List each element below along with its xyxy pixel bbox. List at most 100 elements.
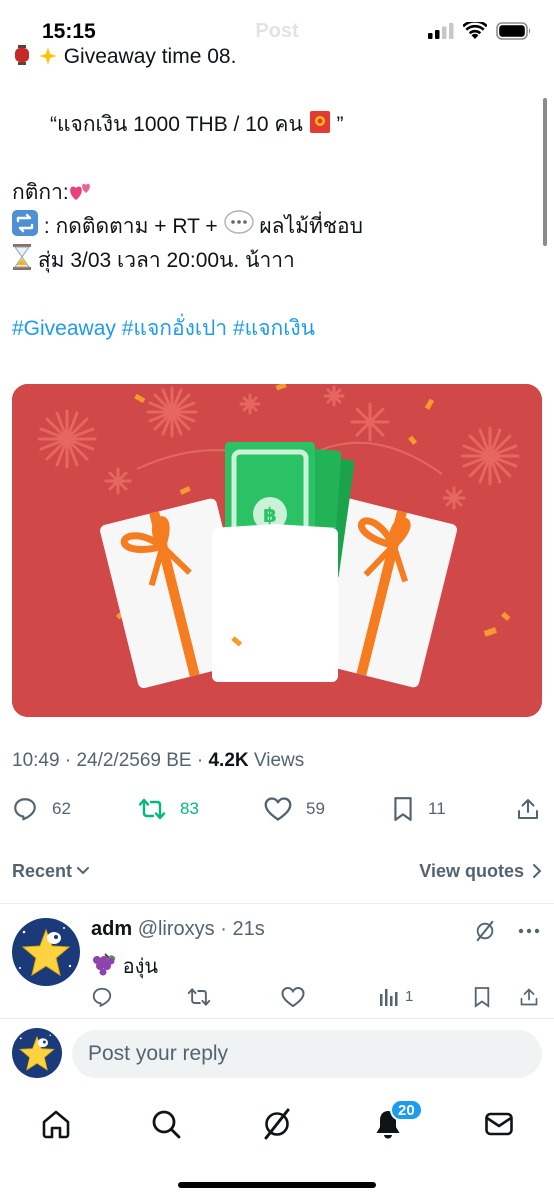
- divider: [0, 903, 554, 904]
- tweet-views-label: Views: [253, 750, 305, 771]
- reply-author-name[interactable]: adm: [91, 918, 132, 940]
- tweet-rule-fruit-text: ผลไม้ที่ชอบ: [259, 215, 363, 238]
- notifications-badge: 20: [390, 1099, 423, 1121]
- share-icon: [518, 799, 538, 819]
- share-icon: [520, 988, 538, 1006]
- cellular-signal-icon: [428, 23, 454, 39]
- tweet-rules-line: กติกา:: [12, 176, 532, 210]
- reply-avatar[interactable]: [12, 918, 80, 986]
- star-avatar-image: [12, 918, 80, 986]
- status-time: 15:15: [42, 20, 96, 43]
- home-icon: [42, 1110, 70, 1139]
- recent-sort-label: Recent: [12, 860, 73, 881]
- bottom-nav: [0, 1096, 554, 1152]
- speech-bubble-emoji-icon: [223, 210, 254, 247]
- grok-icon: [264, 1108, 290, 1140]
- repost-icon: [138, 798, 166, 820]
- search-icon: [152, 1110, 181, 1139]
- reply-reply-button[interactable]: [91, 986, 113, 1008]
- replies-sort-row: Recent View quotes: [12, 856, 542, 886]
- view-quotes-label: View quotes: [419, 860, 524, 881]
- reply-like-button[interactable]: [281, 986, 305, 1008]
- reply-top-icons: [474, 920, 540, 942]
- reply-views-button[interactable]: 1: [379, 986, 413, 1006]
- svg-text:฿: ฿: [263, 503, 277, 527]
- red-envelope-emoji-icon: [309, 110, 331, 145]
- tweet-rule-draw-text: สุ่ม 3/03 เวลา 20:00น. น้าาา: [37, 249, 295, 272]
- tweet-date: 24/2/2569 BE: [76, 750, 192, 771]
- reply-icon: [14, 798, 36, 821]
- mail-icon: [485, 1112, 513, 1136]
- like-count: 59: [306, 799, 325, 818]
- lantern-emoji-icon: [12, 44, 32, 74]
- reply-time: 21s: [232, 918, 265, 940]
- tweet-line-cut-text: Giveaway time 08.: [63, 45, 237, 68]
- heart-icon: [281, 986, 305, 1008]
- hourglass-emoji-icon: [12, 244, 32, 281]
- battery-icon: [496, 22, 531, 40]
- reply-text-line: องุ่น: [91, 950, 158, 982]
- like-button[interactable]: 59: [264, 796, 325, 822]
- grapes-emoji-icon: [91, 952, 117, 982]
- reply-bookmark-button[interactable]: [473, 986, 491, 1008]
- reply-author-handle[interactable]: @liroxys: [138, 918, 215, 940]
- heart-icon: [264, 797, 292, 821]
- giveaway-illustration: ฿: [12, 384, 542, 717]
- reply-compose-input[interactable]: [72, 1030, 542, 1078]
- two-hearts-emoji-icon: [69, 179, 93, 213]
- repost-count: 83: [180, 799, 199, 818]
- repost-button[interactable]: 83: [138, 796, 199, 822]
- nav-messages[interactable]: [479, 1104, 519, 1144]
- tweet-media-image[interactable]: ฿: [12, 384, 542, 717]
- reply-action-bar: 1: [91, 986, 541, 1012]
- bookmark-icon: [394, 797, 412, 821]
- wifi-icon: [463, 22, 487, 39]
- star-avatar-image: [12, 1028, 62, 1078]
- scrollbar[interactable]: [543, 98, 547, 246]
- repost-icon: [187, 988, 211, 1006]
- bookmark-button[interactable]: 11: [392, 796, 446, 822]
- compose-avatar[interactable]: [12, 1028, 62, 1078]
- tweet-rule-draw-line: สุ่ม 3/03 เวลา 20:00น. น้าาา: [12, 244, 532, 278]
- tweet-rule-follow-text: : กดติดตาม + RT +: [43, 215, 218, 238]
- grok-icon[interactable]: [474, 920, 496, 942]
- tweet-quote-line: “แจกเงิน 1000 THB / 10 คน ”: [12, 108, 532, 142]
- tweet-quote-text: “แจกเงิน 1000 THB / 10 คน: [50, 113, 303, 136]
- sparkles-icon: [38, 44, 58, 74]
- reply-text: องุ่น: [122, 956, 159, 978]
- reply-button[interactable]: 62: [12, 796, 71, 822]
- tweet-rule-follow-line: : กดติดตาม + RT + ผลไม้ที่ชอบ: [12, 210, 532, 244]
- tweet-quote-close: ”: [336, 113, 344, 136]
- hashtag-link[interactable]: #แจกเงิน: [233, 317, 315, 340]
- tweet-hashtags: #Giveaway #แจกอั่งเปา #แจกเงิน: [12, 312, 532, 346]
- tweet-text: Giveaway time 08. “แจกเงิน 1000 THB / 10…: [12, 45, 532, 346]
- chevron-right-icon: [533, 864, 542, 878]
- views-chart-icon: [380, 989, 398, 1006]
- tweet-rules-label: กติกา:: [12, 181, 69, 204]
- reply-repost-button[interactable]: [187, 986, 211, 1008]
- share-button[interactable]: [516, 796, 540, 822]
- tweet-meta: 10:49 · 24/2/2569 BE · 4.2K Views: [12, 750, 305, 771]
- tweet-line-cut: Giveaway time 08.: [12, 44, 532, 74]
- reply-share-button[interactable]: [519, 986, 539, 1008]
- tweet-action-bar: 62 83 59 11: [12, 796, 542, 830]
- nav-search[interactable]: [146, 1104, 186, 1144]
- recent-sort-dropdown[interactable]: Recent: [12, 861, 90, 882]
- home-indicator[interactable]: [178, 1182, 376, 1188]
- bookmark-count: 11: [428, 799, 446, 818]
- reply-views-count: 1: [405, 987, 414, 1005]
- hashtag-link[interactable]: #Giveaway: [12, 317, 116, 340]
- nav-home[interactable]: [36, 1104, 76, 1144]
- hashtag-link[interactable]: #แจกอั่งเปา: [122, 317, 227, 340]
- tweet-time: 10:49: [12, 750, 60, 771]
- bookmark-icon: [474, 987, 490, 1008]
- nav-grok[interactable]: [257, 1104, 297, 1144]
- tweet-views-count: 4.2K: [208, 750, 249, 771]
- divider: [0, 1018, 554, 1019]
- view-quotes-link[interactable]: View quotes: [419, 861, 542, 882]
- chevron-down-icon: [77, 867, 90, 875]
- status-icons: [428, 22, 532, 40]
- more-options-icon[interactable]: [518, 928, 540, 934]
